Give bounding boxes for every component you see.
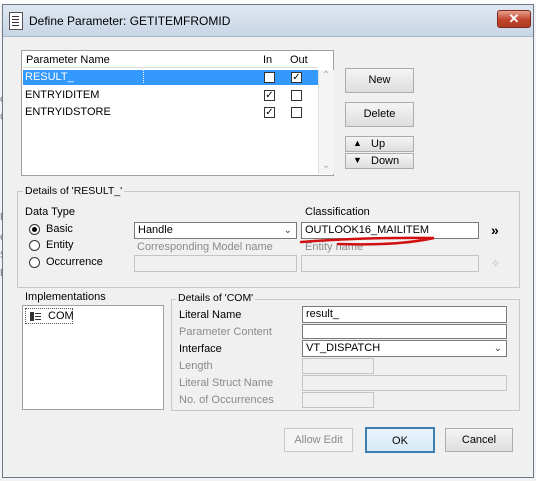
title-bar[interactable]: Define Parameter: GETITEMFROMID ✕	[3, 5, 533, 37]
radio-entity[interactable]: Entity	[29, 239, 119, 253]
radio-button[interactable]	[29, 257, 40, 268]
details-legend: Details of 'RESULT_'	[23, 185, 125, 197]
parameter-content-label: Parameter Content	[179, 326, 272, 338]
com-details-legend: Details of 'COM'	[176, 292, 256, 304]
out-checkbox[interactable]	[291, 90, 302, 101]
parameter-name: ENTRYIDSTORE	[25, 106, 111, 118]
column-header-out: Out	[290, 54, 308, 66]
close-button[interactable]: ✕	[497, 10, 531, 28]
scrollbar[interactable]: ⌃ ⌄	[318, 70, 334, 174]
scroll-down-icon[interactable]: ⌄	[322, 160, 330, 171]
column-header-name: Parameter Name	[26, 54, 110, 66]
column-header-in: In	[263, 54, 273, 66]
radio-basic[interactable]: Basic	[29, 223, 119, 237]
delete-button[interactable]: Delete	[345, 102, 414, 127]
in-checkbox[interactable]: ✓	[264, 107, 275, 118]
parameter-list[interactable]: Parameter Name In Out RESULT_ ✓ ENTRYIDI…	[21, 50, 334, 176]
up-button[interactable]: ▲ Up	[345, 136, 414, 152]
scroll-up-icon[interactable]: ⌃	[322, 70, 330, 81]
allow-edit-button[interactable]: Allow Edit	[284, 428, 353, 452]
annotation-underline	[299, 236, 435, 246]
basic-type-select[interactable]: Handle ⌄	[134, 222, 297, 239]
parameter-content-field[interactable]	[302, 324, 507, 339]
radio-button[interactable]	[29, 240, 40, 251]
ok-button[interactable]: OK	[365, 427, 435, 453]
corresponding-model-field	[134, 255, 297, 272]
arrow-up-icon: ▲	[353, 138, 362, 148]
table-row[interactable]: RESULT_ ✓	[23, 70, 318, 85]
data-type-label: Data Type	[25, 206, 75, 218]
in-checkbox[interactable]: ✓	[264, 90, 275, 101]
implementations-label: Implementations	[25, 291, 106, 303]
table-row[interactable]: ENTRYIDITEM ✓	[23, 88, 318, 103]
out-checkbox[interactable]: ✓	[291, 72, 302, 83]
implementations-list[interactable]: COM	[22, 305, 164, 410]
interface-select[interactable]: VT_DISPATCH ⌄	[302, 340, 507, 357]
document-icon	[9, 12, 23, 30]
down-button[interactable]: ▼ Down	[345, 153, 414, 169]
new-button[interactable]: New	[345, 68, 414, 93]
arrow-down-icon: ▼	[353, 155, 362, 165]
length-label: Length	[179, 360, 213, 372]
chevron-down-icon: ⌄	[283, 225, 292, 236]
corresponding-model-label: Corresponding Model name	[137, 241, 273, 253]
table-row[interactable]: ENTRYIDSTORE ✓	[23, 105, 318, 120]
in-checkbox[interactable]	[264, 72, 275, 83]
occurrences-field	[302, 392, 374, 408]
literal-name-field[interactable]: result_	[302, 306, 507, 323]
classification-label: Classification	[305, 206, 370, 218]
radio-button[interactable]	[29, 224, 40, 235]
length-field	[302, 358, 374, 374]
occurrences-label: No. of Occurrences	[179, 394, 274, 406]
dialog-title: Define Parameter: GETITEMFROMID	[29, 14, 231, 28]
lookup-icon: ✧	[491, 258, 501, 270]
literal-struct-label: Literal Struct Name	[179, 377, 274, 389]
cancel-button[interactable]: Cancel	[445, 428, 513, 452]
parameter-name: RESULT_	[25, 71, 74, 83]
interface-label: Interface	[179, 343, 222, 355]
radio-occurrence[interactable]: Occurrence	[29, 256, 119, 270]
literal-name-label: Literal Name	[179, 309, 242, 321]
chevron-down-icon: ⌄	[493, 343, 502, 354]
entity-name-field	[301, 255, 479, 272]
parameter-name: ENTRYIDITEM	[25, 89, 100, 101]
define-parameter-dialog: Define Parameter: GETITEMFROMID ✕ Parame…	[2, 4, 534, 478]
browse-chevron-button[interactable]: »	[491, 222, 499, 238]
out-checkbox[interactable]	[291, 107, 302, 118]
list-item[interactable]: COM	[25, 308, 74, 324]
component-icon	[30, 312, 41, 321]
literal-struct-field	[302, 375, 507, 391]
